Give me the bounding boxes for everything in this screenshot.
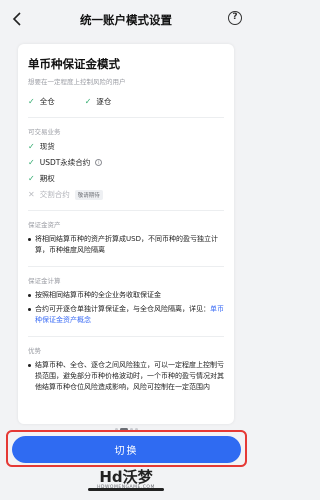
margin-type-label: 逐仓 [96, 97, 112, 106]
bullet-dot [28, 308, 31, 311]
tradable-item-options: ✓ 期权 [28, 173, 224, 184]
tradable-item-label: 交割合约 [39, 190, 70, 199]
switch-button[interactable]: 切换 [12, 436, 241, 463]
bullet-dot [28, 238, 31, 241]
info-icon[interactable]: i [95, 159, 103, 166]
mode-card: 单币种保证金模式 想要在一定程度上控制风险的用户 ✓ 全仓 ✓ 逐仓 可交易业务… [18, 44, 234, 424]
tradable-item-label: USDT永续合约 [39, 158, 91, 167]
section-label-tradable: 可交易业务 [28, 128, 61, 136]
margin-type-label: 全仓 [39, 97, 55, 106]
divider [28, 117, 224, 118]
tradable-item-spot: ✓ 现货 [28, 141, 224, 152]
tradable-item-label: 现货 [39, 142, 55, 151]
coming-soon-badge: 敬请期待 [74, 189, 103, 200]
tradable-item-usdt-perp: ✓ USDT永续合约 i [28, 157, 224, 168]
bullet-dot [28, 364, 31, 367]
check-icon: ✓ [84, 97, 92, 106]
bullet-text: 按照相同结算币种的全企业务收取保证金 [35, 291, 161, 299]
mode-subtitle: 想要在一定程度上控制风险的用户 [28, 78, 126, 86]
list-item: 按照相同结算币种的全企业务收取保证金 [28, 290, 224, 301]
margin-type-isolated: ✓ 逐仓 [85, 96, 112, 107]
list-item: 合约可开逐仓单独计算保证金，与全仓风险隔离，详见：单币种保证金资产概念 [28, 304, 224, 326]
divider [28, 266, 224, 267]
check-icon: ✓ [28, 97, 35, 106]
watermark-main: Hd沃梦 [99, 468, 153, 486]
bullet-text-plain: 合约可开逐仓单独计算保证金，与全仓风险隔离，详见： [35, 305, 210, 313]
bullet-dot [28, 294, 31, 297]
margin-type-list: ✓ 全仓 ✓ 逐仓 [28, 96, 224, 107]
check-icon: ✓ [28, 142, 35, 151]
margin-type-cross: ✓ 全仓 [28, 96, 55, 107]
check-icon: ✓ [28, 174, 35, 183]
divider [28, 210, 224, 211]
top-bar: 统一账户模式设置 ? [0, 0, 252, 40]
section-label-advantage: 优势 [28, 347, 41, 355]
list-item: 结算币种、全仓、逐仓之间风险独立，可以一定程度上控制亏损范围，避免部分币种价格波… [28, 360, 224, 393]
cross-icon: ✕ [28, 190, 35, 199]
page-title: 统一账户模式设置 [80, 13, 172, 27]
home-indicator [88, 488, 164, 491]
question-circle-icon[interactable]: ? [228, 11, 242, 25]
section-label-margin-calc: 保证金计算 [28, 277, 61, 285]
bullet-text: 合约可开逐仓单独计算保证金，与全仓风险隔离，详见：单币种保证金资产概念 [35, 304, 224, 326]
divider [28, 336, 224, 337]
bullet-text: 结算币种、全仓、逐仓之间风险独立，可以一定程度上控制亏损范围，避免部分币种价格波… [35, 361, 224, 391]
tradable-item-delivery: ✕ 交割合约 敬请期待 [28, 189, 224, 200]
tradable-item-label: 期权 [39, 174, 55, 183]
list-item: 将相同结算币种的资产折算成USD，不同币种的盈亏独立计算，币种维度风险隔离 [28, 234, 224, 256]
mode-title: 单币种保证金模式 [28, 57, 120, 71]
section-label-margin-assets: 保证金资产 [28, 221, 61, 229]
watermark: Hd沃梦 HDWOMENGAME.COM [0, 466, 252, 490]
check-icon: ✓ [28, 158, 35, 167]
bullet-text: 将相同结算币种的资产折算成USD，不同币种的盈亏独立计算，币种维度风险隔离 [35, 235, 218, 254]
